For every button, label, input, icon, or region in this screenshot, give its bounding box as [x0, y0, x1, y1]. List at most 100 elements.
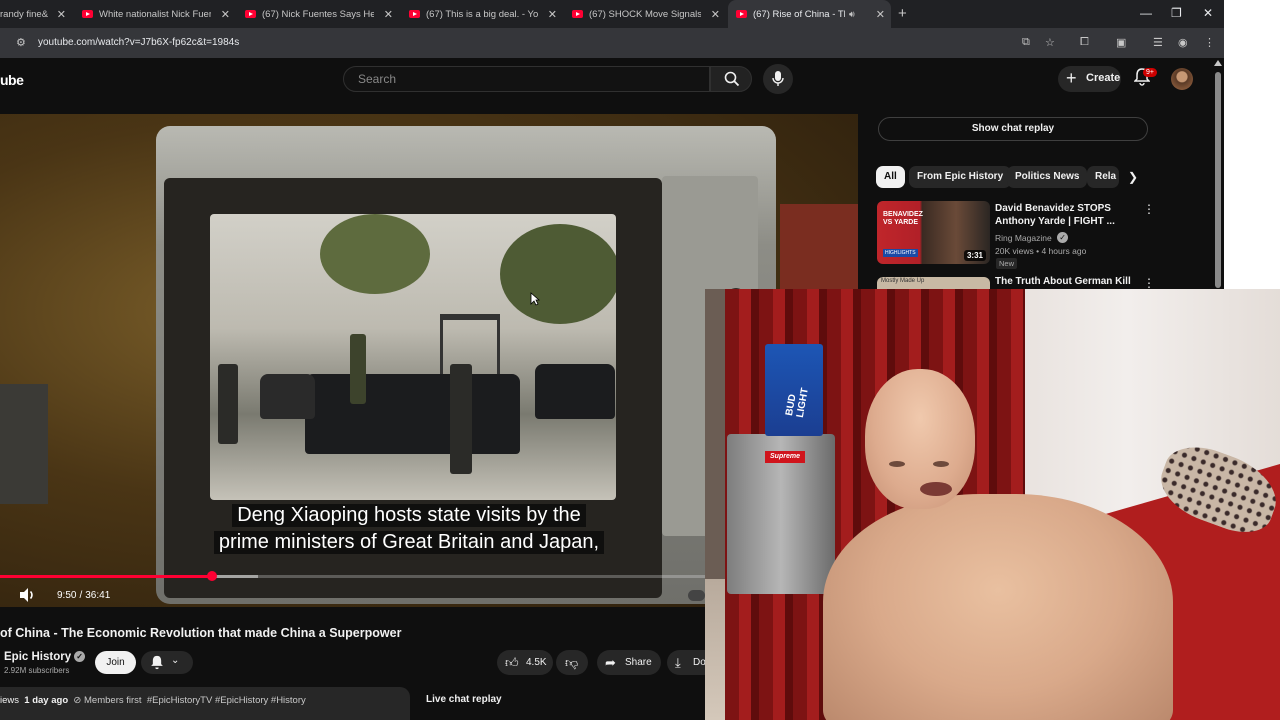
browser-tab[interactable]: (67) Nick Fuentes Says He'll Al ✕: [245, 0, 399, 28]
install-icon[interactable]: ⧉: [1022, 36, 1030, 49]
youtube-logo[interactable]: ube: [0, 72, 24, 88]
sidepanel-icon[interactable]: ▣: [1116, 36, 1126, 49]
beer-box: BUD LIGHT: [765, 344, 823, 436]
scrollbar-thumb[interactable]: [1215, 72, 1221, 288]
members-first-icon: ⊘: [73, 695, 82, 706]
microphone-icon: [772, 71, 784, 86]
recommendation-thumbnail[interactable]: Mostly Made Up: [877, 277, 990, 289]
restore-icon[interactable]: ❐: [1171, 6, 1182, 20]
bookmark-star-icon[interactable]: ☆: [1045, 36, 1055, 49]
thumbnail-text: Mostly Made Up: [881, 278, 925, 284]
url-field[interactable]: youtube.com/watch?v=J7b6X-fp62c&t=1984s: [38, 37, 239, 48]
close-tab-icon[interactable]: ✕: [384, 8, 393, 21]
menu-icon[interactable]: ⋮: [1204, 36, 1215, 49]
tab-title: randy fine&sm: [0, 8, 48, 20]
close-tab-icon[interactable]: ✕: [711, 8, 720, 21]
like-count: 4.5K: [526, 657, 547, 668]
caption-line: Deng Xiaoping hosts state visits by the: [0, 504, 818, 527]
new-tab-icon[interactable]: +: [898, 5, 907, 22]
share-label: Share: [625, 657, 652, 668]
time-separator: /: [79, 590, 83, 601]
autoplay-toggle[interactable]: [688, 590, 705, 601]
hashtags[interactable]: #EpicHistoryTV #EpicHistory #History: [147, 695, 306, 706]
chip-all[interactable]: All: [876, 166, 905, 188]
browser-tab-active[interactable]: (67) Rise of China - The Eco 🔊︎ ✕: [728, 0, 891, 28]
recommendation-thumbnail[interactable]: BENAVIDEZ VS YARDE HIGHLIGHTS 3:31: [877, 201, 990, 264]
tab-title: (67) SHOCK Move Signals Dem: [589, 8, 701, 20]
chip-related[interactable]: Rela: [1087, 166, 1119, 188]
browser-tab-strip: randy fine&sm ✕ White nationalist Nick F…: [0, 0, 1224, 28]
tab-title: (67) Nick Fuentes Says He'll Al: [262, 8, 374, 20]
youtube-icon: [245, 10, 256, 18]
browser-tab[interactable]: randy fine&sm ✕: [0, 0, 72, 28]
verified-badge-icon: ✓: [74, 651, 86, 662]
reading-list-icon[interactable]: ☰: [1153, 36, 1163, 49]
search-icon: [724, 71, 740, 87]
channel-name[interactable]: Epic History ✓: [4, 651, 86, 663]
search-input[interactable]: Search: [343, 66, 710, 92]
browser-tab[interactable]: White nationalist Nick Fuentes ✕: [82, 0, 236, 28]
close-window-icon[interactable]: ✕: [1203, 6, 1213, 20]
create-button[interactable]: + Create: [1058, 66, 1121, 92]
speaker-icon[interactable]: 🔊︎: [849, 9, 855, 20]
profile-icon[interactable]: ◉: [1178, 36, 1188, 49]
youtube-icon: [82, 10, 93, 18]
chip-from-channel[interactable]: From Epic History: [909, 166, 1012, 188]
browser-tab[interactable]: (67) This is a big deal. - YouTu ✕: [409, 0, 563, 28]
more-options-icon[interactable]: ⋮: [1143, 276, 1155, 290]
tab-title: White nationalist Nick Fuentes: [99, 8, 211, 20]
live-chat-replay-label[interactable]: Live chat replay: [426, 694, 502, 705]
progress-scrubber[interactable]: [207, 571, 217, 581]
site-info-icon[interactable]: ⚙︎: [16, 36, 26, 49]
total-time: 36:41: [85, 590, 111, 601]
close-tab-icon[interactable]: ✕: [548, 8, 557, 21]
subscription-bell-button[interactable]: ⌄: [141, 651, 193, 674]
account-avatar[interactable]: [1171, 68, 1193, 90]
chip-politics-news[interactable]: Politics News: [1007, 166, 1088, 188]
notification-count-badge: 9+: [1143, 68, 1157, 77]
share-button[interactable]: ➦ Share: [597, 650, 661, 675]
mouse-cursor-icon: [530, 292, 540, 306]
download-label: Do: [693, 657, 706, 668]
minimize-icon[interactable]: —: [1140, 6, 1152, 20]
video-frame-radio: [0, 384, 48, 504]
scroll-up-arrow-icon[interactable]: [1214, 60, 1222, 66]
search-button[interactable]: [710, 66, 752, 92]
dislike-button[interactable]: 👎︎: [556, 650, 588, 675]
close-tab-icon[interactable]: ✕: [57, 8, 66, 21]
chevron-right-icon[interactable]: ❯: [1128, 170, 1138, 184]
show-chat-replay-button[interactable]: Show chat replay: [878, 117, 1148, 141]
subscriber-count: 2.92M subscribers: [4, 666, 70, 675]
recommendation-title[interactable]: The Truth About German Kill: [995, 276, 1131, 287]
members-first-label: Members first: [84, 695, 142, 706]
new-badge: New: [996, 258, 1018, 269]
thumbnail-text: BENAVIDEZ VS YARDE: [883, 211, 923, 226]
recommendation-title[interactable]: David Benavidez STOPS Anthony Yarde | FI…: [995, 202, 1130, 228]
thumbnail-tag: HIGHLIGHTS: [883, 249, 918, 257]
youtube-header: ube Search + Create 9+: [0, 58, 1224, 114]
recommendation-meta: 20K views • 4 hours ago: [995, 246, 1087, 256]
upload-date: 1 day ago: [24, 695, 69, 706]
caption-text: prime ministers of Great Britain and Jap…: [213, 531, 605, 554]
more-options-icon[interactable]: ⋮: [1143, 202, 1155, 216]
webcam-overlay: Supreme BUD LIGHT: [705, 289, 1280, 720]
youtube-icon: [572, 10, 583, 18]
download-icon: ⤓: [675, 655, 681, 670]
recommendation-channel[interactable]: Ring Magazine ✓: [995, 232, 1069, 243]
description-box[interactable]: iews 1 day ago ⊘ Members first #EpicHist…: [0, 687, 410, 720]
join-button[interactable]: Join: [95, 651, 136, 674]
volume-icon[interactable]: [18, 586, 36, 604]
caption-line: prime ministers of Great Britain and Jap…: [0, 531, 818, 554]
browser-tab[interactable]: (67) SHOCK Move Signals Dem ✕: [572, 0, 726, 28]
supreme-sticker: Supreme: [765, 451, 805, 463]
extensions-icon[interactable]: ⧠: [1080, 36, 1089, 49]
address-bar: ⚙︎ youtube.com/watch?v=J7b6X-fp62c&t=198…: [0, 28, 1224, 58]
current-time: 9:50: [57, 590, 77, 601]
bell-icon: [151, 655, 163, 670]
like-button[interactable]: 👍︎ 4.5K: [497, 650, 553, 675]
close-tab-icon[interactable]: ✕: [876, 8, 885, 21]
voice-search-button[interactable]: [763, 64, 793, 94]
desktop-background: [1224, 0, 1280, 290]
close-tab-icon[interactable]: ✕: [221, 8, 230, 21]
time-display: 9:50/36:41: [57, 590, 110, 601]
